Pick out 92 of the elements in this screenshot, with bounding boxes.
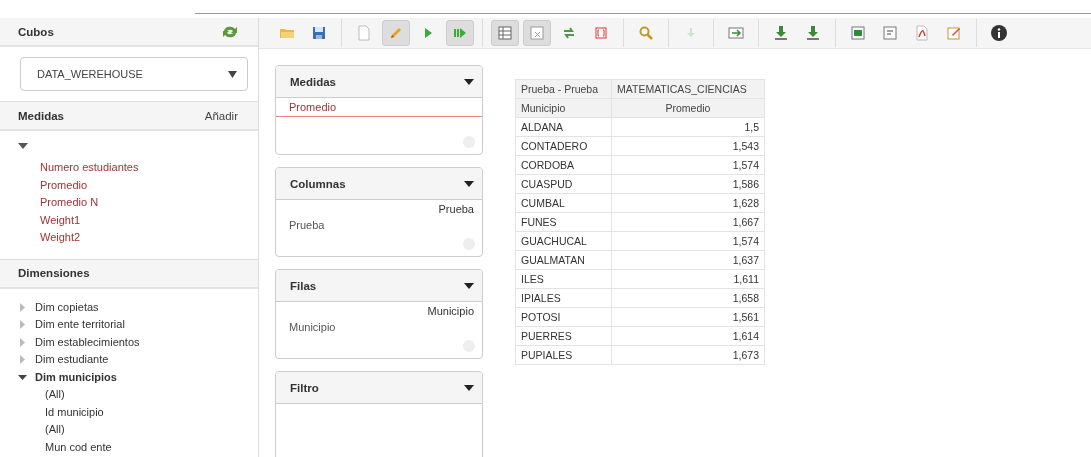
dimension-item[interactable]: Dim municipios bbox=[35, 368, 117, 386]
row-header-cell: IPIALES bbox=[515, 288, 612, 308]
download-icon bbox=[805, 25, 821, 41]
search-icon bbox=[638, 25, 654, 41]
table-cell: 1,574 bbox=[611, 155, 765, 175]
table-cell: 1,5 bbox=[611, 117, 765, 137]
table-cell: 1,586 bbox=[611, 174, 765, 194]
brackets-icon bbox=[593, 25, 609, 41]
refresh-icon[interactable] bbox=[222, 24, 238, 39]
sheet-icon bbox=[850, 25, 866, 41]
caret-icon[interactable] bbox=[464, 180, 474, 187]
row-header-cell: PUPIALES bbox=[515, 345, 612, 365]
measure-item[interactable]: Promedio N bbox=[18, 194, 240, 212]
table-cell: 1,574 bbox=[611, 231, 765, 251]
toolbar-button[interactable] bbox=[491, 20, 519, 46]
level-item[interactable]: (All) bbox=[18, 386, 240, 404]
level-chip[interactable]: Prueba bbox=[276, 215, 482, 235]
toolbar-button[interactable] bbox=[523, 20, 551, 46]
pdf-icon bbox=[914, 25, 930, 41]
table-cell: 1,673 bbox=[611, 345, 765, 365]
zone-title: Filas bbox=[290, 279, 317, 292]
row-header-cell: CONTADERO bbox=[515, 136, 612, 156]
level-chip[interactable]: Municipio bbox=[276, 317, 482, 337]
row-header-cell: POTOSI bbox=[515, 307, 612, 327]
zone-title: Columnas bbox=[290, 177, 346, 190]
swap-icon bbox=[561, 25, 577, 41]
caret-down-icon[interactable] bbox=[18, 372, 27, 382]
zone-title: Medidas bbox=[290, 75, 336, 88]
toolbar-button[interactable] bbox=[446, 20, 474, 46]
caret-right-icon[interactable] bbox=[18, 320, 27, 330]
caret-right-icon[interactable] bbox=[18, 302, 27, 312]
table-cell: 1,543 bbox=[611, 136, 765, 156]
caret-icon[interactable] bbox=[18, 143, 28, 149]
table-cell: 1,637 bbox=[611, 250, 765, 270]
panel-title: Cubos bbox=[18, 25, 54, 38]
hierarchy-label: Municipio bbox=[426, 304, 475, 317]
measure-chip[interactable]: Promedio bbox=[276, 98, 482, 117]
section-title: Medidas bbox=[18, 109, 64, 122]
caret-icon bbox=[228, 70, 237, 78]
export-row-icon bbox=[728, 25, 744, 41]
table-x-icon bbox=[529, 25, 545, 41]
drop-zone[interactable]: Filtro bbox=[275, 371, 483, 457]
caret-icon[interactable] bbox=[464, 282, 474, 289]
caret-right-icon[interactable] bbox=[18, 355, 27, 365]
drop-zone[interactable]: Medidas Promedio bbox=[275, 65, 483, 155]
row-header-cell: ALDANA bbox=[515, 117, 612, 137]
measure-item[interactable]: Numero estudiantes bbox=[18, 159, 240, 177]
level-item[interactable]: Id municipio bbox=[18, 403, 240, 421]
caret-icon[interactable] bbox=[464, 78, 474, 85]
table-cell: 1,628 bbox=[611, 193, 765, 213]
row-header-cell: ILES bbox=[515, 269, 612, 289]
save-icon bbox=[311, 25, 327, 41]
table-cell: 1,561 bbox=[611, 307, 765, 327]
drop-zone[interactable]: Filas Municipio Municipio bbox=[275, 269, 483, 359]
measure-item[interactable]: Promedio bbox=[18, 176, 240, 194]
table-cell: 1,614 bbox=[611, 326, 765, 346]
caret-right-icon[interactable] bbox=[18, 337, 27, 347]
dimension-item[interactable]: Dim copietas bbox=[35, 298, 99, 316]
measure-item[interactable]: Weight1 bbox=[18, 211, 240, 229]
note-icon bbox=[882, 25, 898, 41]
table-cell: 1,667 bbox=[611, 212, 765, 232]
add-link[interactable]: Añadir bbox=[204, 109, 238, 122]
table-cell: 1,611 bbox=[611, 269, 765, 289]
page-icon bbox=[356, 25, 372, 41]
cube-select[interactable]: DATA_WEREHOUSE bbox=[20, 57, 248, 91]
drop-zone[interactable]: Columnas Prueba Prueba bbox=[275, 167, 483, 257]
table-header-cell: Prueba - Prueba bbox=[515, 79, 612, 99]
zone-title: Filtro bbox=[290, 381, 319, 394]
caret-icon[interactable] bbox=[464, 384, 474, 391]
level-item[interactable]: Mun cod ente bbox=[18, 438, 240, 456]
row-header-cell: CUASPUD bbox=[515, 174, 612, 194]
section-title: Dimensiones bbox=[18, 267, 90, 279]
play-bars-icon bbox=[452, 25, 468, 41]
row-header-cell: CUMBAL bbox=[515, 193, 612, 213]
row-header-cell: GUALMATAN bbox=[515, 250, 612, 270]
dimension-item[interactable]: Dim establecimientos bbox=[35, 333, 140, 351]
info-icon bbox=[991, 25, 1007, 41]
dimension-item[interactable]: Dim estudiante bbox=[35, 351, 109, 369]
row-header-cell: FUNES bbox=[515, 212, 612, 232]
table-header-cell: MATEMATICAS_CIENCIAS bbox=[611, 79, 765, 99]
pencil-icon bbox=[388, 25, 404, 41]
row-header-cell: GUACHUCAL bbox=[515, 231, 612, 251]
row-header-cell: PUERRES bbox=[515, 326, 612, 346]
table-icon bbox=[497, 25, 513, 41]
row-header-cell: CORDOBA bbox=[515, 155, 612, 175]
hierarchy-label: Prueba bbox=[437, 202, 475, 215]
measure-item[interactable]: Weight2 bbox=[18, 229, 240, 247]
table-cell: 1,658 bbox=[611, 288, 765, 308]
edit-icon bbox=[946, 25, 962, 41]
dimension-item[interactable]: Dim ente territorial bbox=[35, 316, 125, 334]
download-icon bbox=[773, 25, 789, 41]
level-item[interactable]: (All) bbox=[18, 421, 240, 439]
